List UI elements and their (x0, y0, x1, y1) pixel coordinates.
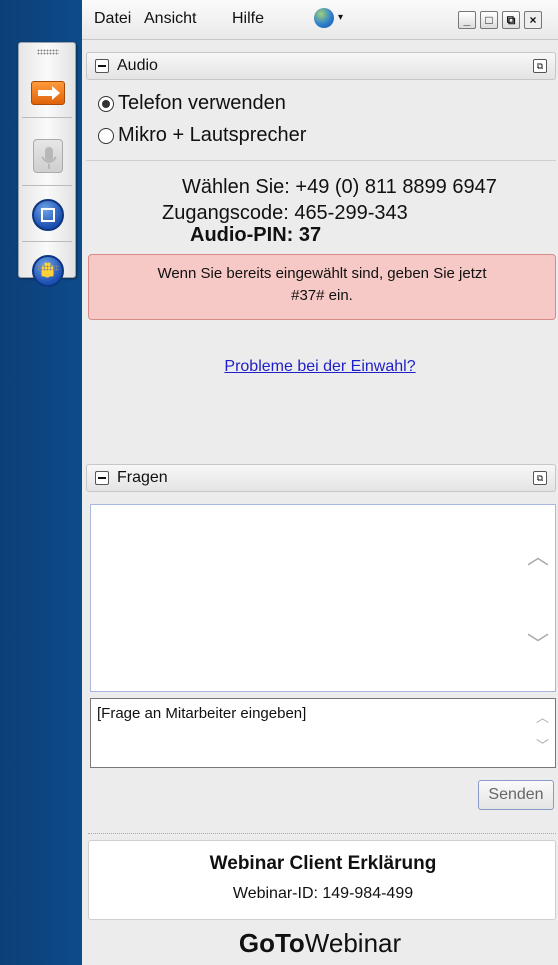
audio-section-header[interactable]: Audio ⧉ (86, 52, 556, 80)
dial-in-number: Wählen Sie: +49 (0) 811 8899 6947 (182, 176, 497, 198)
raise-hand-button[interactable] (32, 255, 64, 287)
info-line-1: Wenn Sie bereits eingewählt sind, geben … (157, 265, 487, 282)
restore-button[interactable]: ⧉ (502, 11, 520, 29)
microphone-icon (41, 147, 57, 169)
show-panel-button[interactable] (31, 81, 65, 105)
toolbar-divider (22, 185, 72, 186)
webinar-panel: Datei Ansicht Hilfe ▾ _ □ ⧉ × Audio ⧉ Te… (82, 0, 558, 965)
audio-pin: Audio-PIN: 37 (190, 224, 322, 246)
radio-telefon[interactable]: Telefon verwenden (98, 92, 286, 115)
menu-hilfe[interactable]: Hilfe (232, 10, 264, 28)
dial-help-link[interactable]: Probleme bei der Einwahl? (82, 358, 558, 376)
close-button[interactable]: × (524, 11, 542, 29)
radio-mikro[interactable]: Mikro + Lautsprecher (98, 124, 306, 147)
control-toolbar (18, 42, 76, 287)
scroll-up-icon[interactable]: ︿ (527, 539, 549, 571)
menu-bar: Datei Ansicht Hilfe ▾ _ □ ⧉ × (82, 0, 558, 40)
radio-mikro-label: Mikro + Lautsprecher (118, 124, 307, 146)
microphone-button[interactable] (33, 139, 63, 173)
stop-showing-screen-button[interactable] (32, 199, 64, 231)
divider (86, 160, 556, 161)
toolbar-divider (22, 117, 72, 118)
globe-icon[interactable] (314, 8, 334, 28)
popout-icon[interactable]: ⧉ (533, 59, 547, 73)
info-line-2: #37# ein. (291, 287, 353, 304)
toolbar-divider (22, 241, 72, 242)
maximize-button[interactable]: □ (480, 11, 498, 29)
scroll-down-icon[interactable]: ﹀ (536, 735, 549, 754)
toolbar-grip-bottom[interactable] (37, 265, 59, 271)
webinar-info: Webinar Client Erklärung Webinar-ID: 149… (88, 840, 556, 920)
questions-section-header[interactable]: Fragen ⧉ (86, 464, 556, 492)
dial-in-info-banner: Wenn Sie bereits eingewählt sind, geben … (88, 254, 556, 320)
gotowebinar-logo: GoToWebinar (82, 928, 558, 959)
audio-title: Audio (117, 57, 158, 74)
access-code: Zugangscode: 465-299-343 (162, 202, 408, 224)
scroll-down-icon[interactable]: ﹀ (527, 627, 549, 659)
menu-datei[interactable]: Datei (94, 10, 131, 28)
collapse-icon[interactable] (95, 471, 109, 485)
radio-unchecked-icon[interactable] (98, 127, 114, 144)
webinar-title: Webinar Client Erklärung (209, 853, 437, 874)
stop-screen-icon (41, 208, 55, 222)
popout-icon[interactable]: ⧉ (533, 471, 547, 485)
questions-title: Fragen (117, 469, 168, 486)
question-input-placeholder: [Frage an Mitarbeiter eingeben] (97, 705, 307, 722)
menu-ansicht[interactable]: Ansicht (144, 10, 196, 28)
raise-hand-icon (41, 262, 54, 278)
resize-grip[interactable] (88, 824, 556, 834)
scroll-up-icon[interactable]: ︿ (536, 707, 549, 726)
arrow-right-icon (38, 86, 60, 100)
radio-telefon-label: Telefon verwenden (118, 92, 286, 114)
collapse-icon[interactable] (95, 59, 109, 73)
send-button[interactable]: Senden (478, 780, 554, 810)
questions-log[interactable]: ︿ ﹀ (90, 504, 556, 692)
radio-checked-icon[interactable] (98, 95, 114, 112)
chevron-down-icon[interactable]: ▾ (338, 12, 343, 23)
logo-part-1: GoTo (238, 928, 305, 958)
toolbar-grip-top[interactable] (37, 49, 59, 55)
minimize-button[interactable]: _ (458, 11, 476, 29)
logo-part-2: Webinar (304, 928, 402, 958)
question-input[interactable]: [Frage an Mitarbeiter eingeben] ︿ ﹀ (90, 698, 556, 768)
webinar-id: Webinar-ID: 149-984-499 (232, 885, 414, 902)
